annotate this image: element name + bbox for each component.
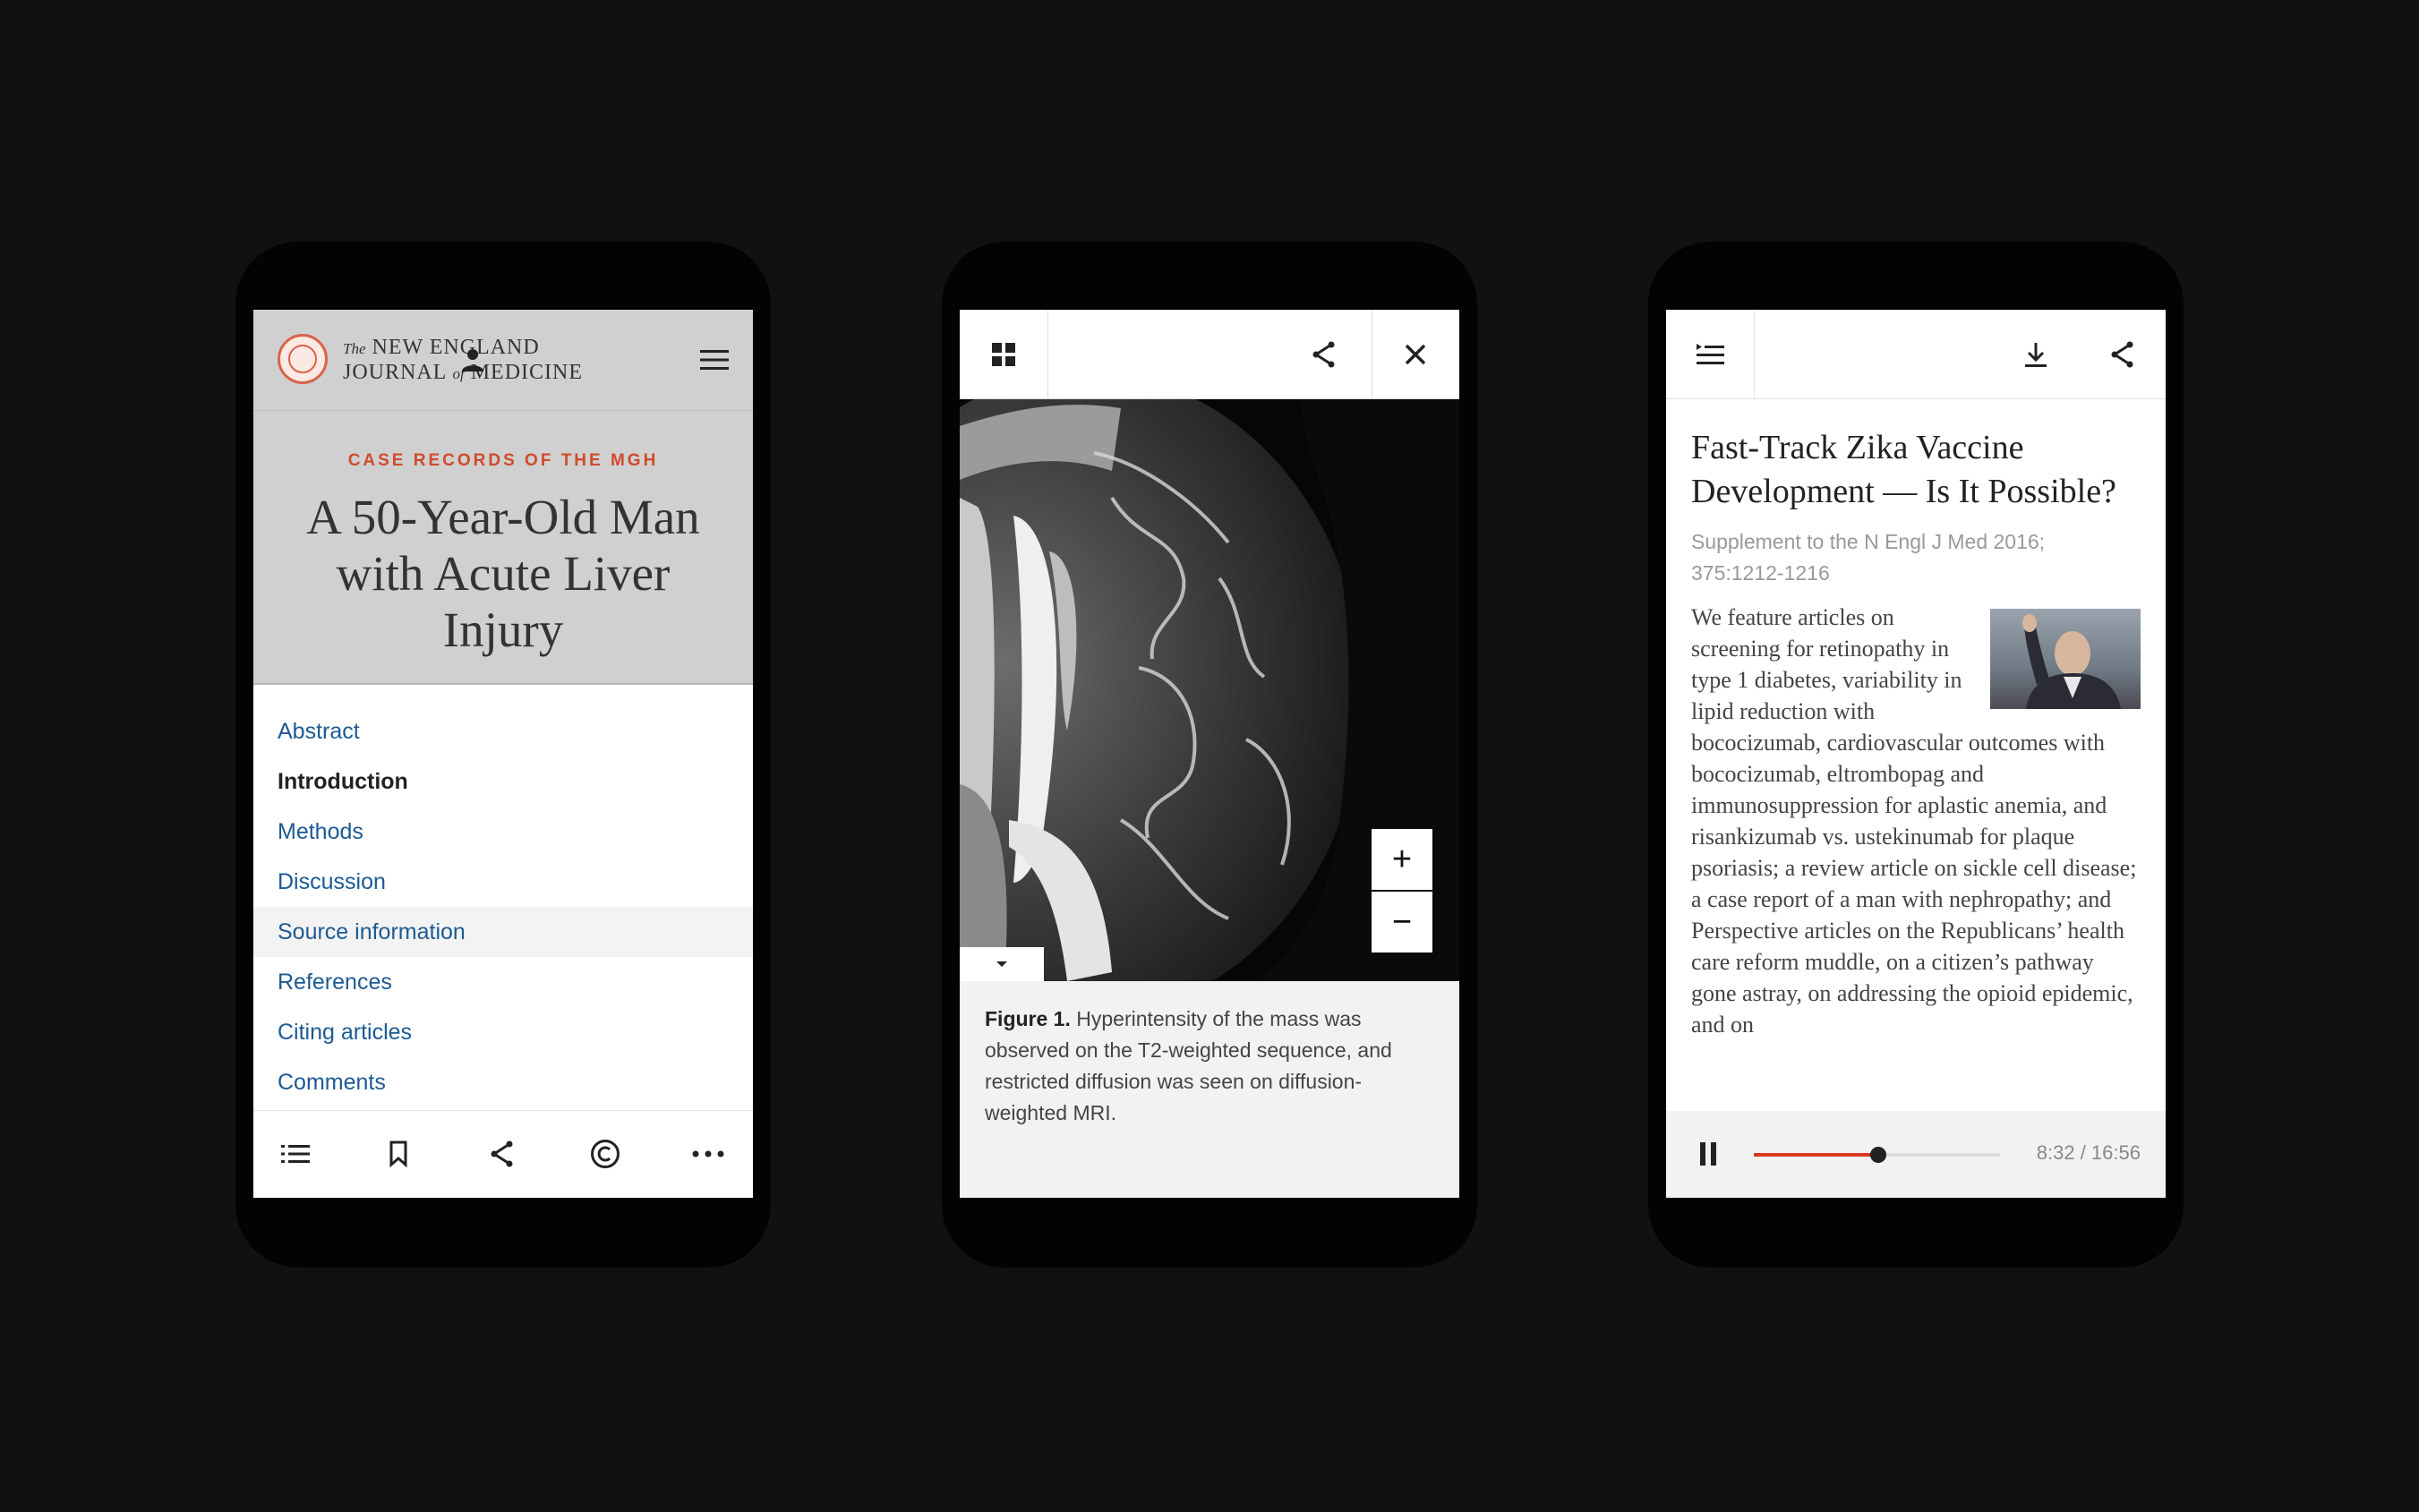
app-header: The NEW ENGLAND JOURNAL of MEDICINE <box>253 310 753 411</box>
screen: + − Figure 1. Hyperintensity of the mass… <box>960 310 1459 1198</box>
phone-article-view: The NEW ENGLAND JOURNAL of MEDICINE CASE… <box>235 242 771 1268</box>
audio-player: 8:32 / 16:56 <box>1666 1111 2166 1198</box>
caption-toggle-button[interactable] <box>960 947 1044 981</box>
mri-figure-image[interactable]: + − <box>960 399 1459 981</box>
screen: The NEW ENGLAND JOURNAL of MEDICINE CASE… <box>253 310 753 1198</box>
playback-time: 8:32 / 16:56 <box>2036 1141 2141 1164</box>
bookmark-icon[interactable] <box>380 1136 416 1172</box>
toc-item-abstract[interactable]: Abstract <box>253 706 753 756</box>
article-kicker: CASE RECORDS OF THE MGH <box>347 451 659 470</box>
supplement-citation: Supplement to the N Engl J Med 2016; 375… <box>1691 530 2046 585</box>
share-icon[interactable] <box>1306 337 1342 372</box>
progress-fill <box>1754 1153 1878 1157</box>
toc-item-references[interactable]: References <box>253 957 753 1007</box>
author-photo <box>1990 609 2141 709</box>
zoom-in-button[interactable]: + <box>1372 829 1432 890</box>
share-icon[interactable] <box>2105 337 2141 372</box>
screen: Fast-Track Zika Vaccine Development — Is… <box>1666 310 2166 1198</box>
toc-item-discussion[interactable]: Discussion <box>253 857 753 907</box>
progress-handle[interactable] <box>1869 1147 1886 1163</box>
user-icon[interactable] <box>455 342 491 378</box>
audio-toolbar <box>1666 310 2166 399</box>
table-of-contents: Abstract Introduction Methods Discussion… <box>253 706 753 1107</box>
toc-item-introduction[interactable]: Introduction <box>253 756 753 807</box>
toc-item-comments[interactable]: Comments <box>253 1057 753 1107</box>
toc-item-citing-articles[interactable]: Citing articles <box>253 1007 753 1057</box>
copyright-icon[interactable] <box>587 1136 623 1172</box>
toc-item-source-information[interactable]: Source information <box>253 907 753 957</box>
list-icon[interactable] <box>278 1136 313 1172</box>
playlist-icon[interactable] <box>1692 337 1728 372</box>
phone-figure-view: + − Figure 1. Hyperintensity of the mass… <box>942 242 1477 1268</box>
grid-icon[interactable] <box>986 337 1021 372</box>
figure-caption: Figure 1. Hyperintensity of the mass was… <box>960 981 1459 1198</box>
more-icon[interactable] <box>690 1136 726 1172</box>
nejm-seal-logo[interactable] <box>278 334 328 384</box>
toc-item-methods[interactable]: Methods <box>253 807 753 857</box>
figure-toolbar <box>960 310 1459 399</box>
download-icon[interactable] <box>2018 337 2054 372</box>
chevron-down-icon <box>996 961 1007 967</box>
article-title: A 50-Year-Old Man with Acute Liver Injur… <box>306 490 700 657</box>
close-icon[interactable] <box>1398 337 1433 372</box>
pause-icon[interactable] <box>1690 1136 1726 1172</box>
audio-article-body: Fast-Track Zika Vaccine Development — Is… <box>1691 399 2141 1111</box>
zoom-out-button[interactable]: − <box>1372 892 1432 952</box>
phone-audio-view: Fast-Track Zika Vaccine Development — Is… <box>1648 242 2184 1268</box>
bottom-toolbar <box>253 1110 753 1198</box>
caption-label: Figure 1. <box>985 1007 1071 1030</box>
menu-icon[interactable] <box>697 342 732 378</box>
article-hero: CASE RECORDS OF THE MGH A 50-Year-Old Ma… <box>253 411 753 685</box>
audio-title: Fast-Track Zika Vaccine Development — Is… <box>1691 429 2116 510</box>
progress-slider[interactable] <box>1754 1147 2000 1163</box>
share-icon[interactable] <box>484 1136 520 1172</box>
